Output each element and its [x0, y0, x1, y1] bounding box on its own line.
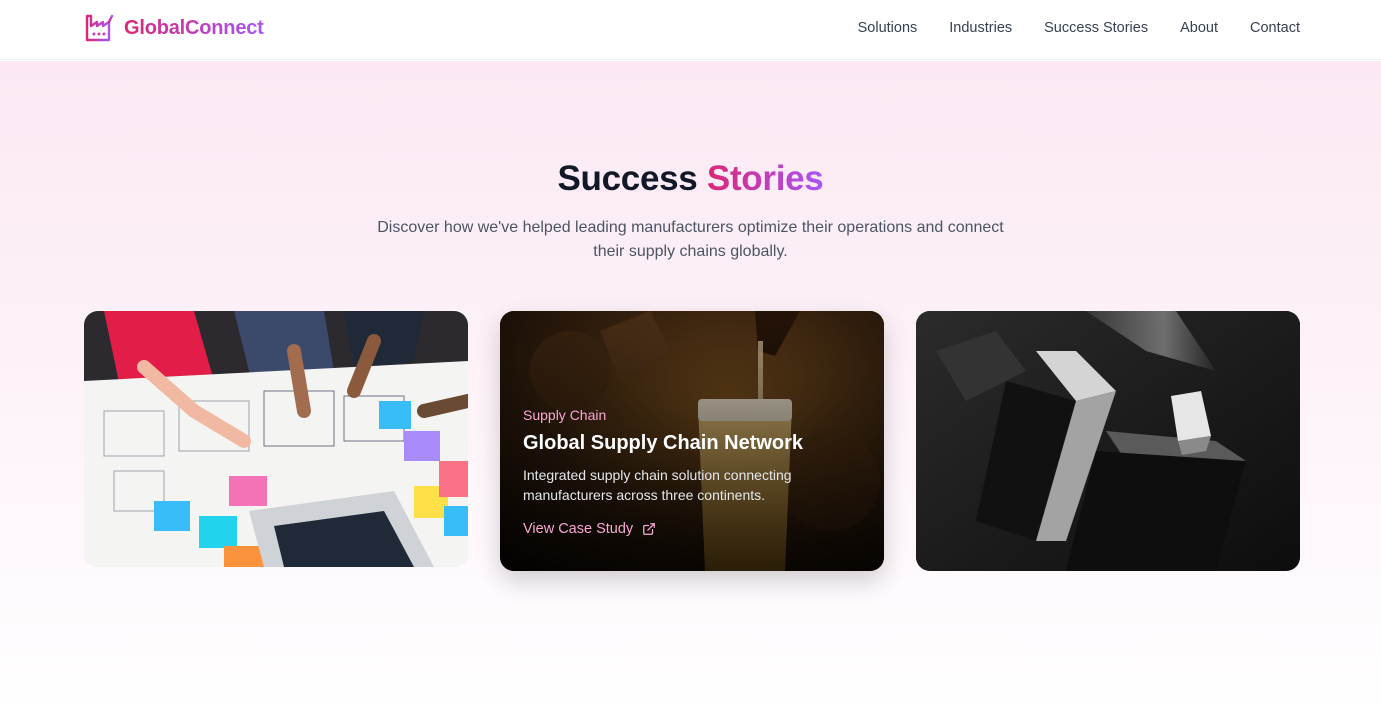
nav-item-industries[interactable]: Industries: [949, 20, 1012, 36]
section-title-accent: Stories: [706, 159, 824, 198]
view-case-study-label: View Case Study: [523, 521, 634, 537]
success-stories-section: Success Stories Discover how we've helpe…: [0, 61, 1381, 709]
card-category: Supply Chain: [523, 407, 607, 423]
brand-name: GlobalConnect: [124, 16, 264, 39]
site-header: GlobalConnect Solutions Industries Succe…: [0, 0, 1381, 60]
nav-item-contact[interactable]: Contact: [1250, 20, 1300, 36]
section-title: Success Stories: [0, 159, 1381, 199]
case-study-card-2[interactable]: Supply Chain Global Supply Chain Network…: [500, 311, 884, 571]
main-nav: Solutions Industries Success Stories Abo…: [858, 0, 1300, 56]
case-study-card-1[interactable]: [84, 311, 468, 567]
abstract-blocks-image: [916, 311, 1300, 571]
card-description: Integrated supply chain solution connect…: [523, 467, 792, 503]
brand-logo[interactable]: GlobalConnect: [84, 12, 264, 44]
external-link-icon: [643, 523, 656, 535]
nav-item-solutions[interactable]: Solutions: [858, 20, 918, 36]
view-case-study-link[interactable]: View Case Study: [523, 521, 656, 537]
card-content: Supply Chain Global Supply Chain Network…: [523, 407, 863, 538]
nav-item-success-stories[interactable]: Success Stories: [1044, 20, 1148, 36]
section-subtitle: Discover how we've helped leading manufa…: [377, 219, 1004, 260]
team-planning-image: [84, 311, 468, 567]
nav-item-about[interactable]: About: [1180, 20, 1218, 36]
case-study-card-3[interactable]: [916, 311, 1300, 571]
factory-icon: [85, 14, 114, 42]
card-title: Global Supply Chain Network: [523, 432, 804, 454]
section-title-plain: Success: [557, 159, 698, 198]
